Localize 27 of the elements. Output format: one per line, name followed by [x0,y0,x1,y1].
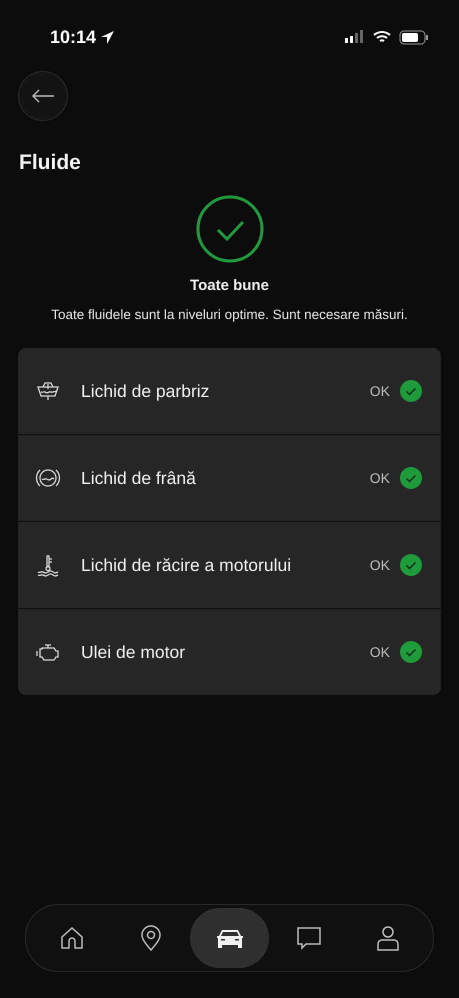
location-arrow-icon [100,30,116,44]
fluid-name: Lichid de răcire a motorului [81,554,292,576]
signal-icon [345,30,365,44]
coolant-icon [35,553,61,577]
battery-icon [399,30,429,44]
fluid-row[interactable]: Lichid de parbriz OK [18,348,441,435]
home-icon [58,925,84,951]
fluid-status: OK [370,470,390,486]
fluid-status: OK [370,644,390,660]
location-pin-icon [138,924,162,952]
summary-title: Toate bune [190,277,269,294]
back-button[interactable] [18,71,68,121]
fluid-row[interactable]: Lichid de frână OK [18,435,441,522]
wifi-icon [373,30,391,44]
fluid-name: Ulei de motor [81,642,186,662]
page-title: Fluide [19,151,82,175]
summary-message: Toate fluidele sunt la niveluri optime. Sunt necesare măsuri. [51,307,408,322]
fluid-name: Lichid de frână [81,468,197,488]
fluid-row[interactable]: Ulei de motor OK [18,609,441,695]
fluid-status: OK [370,557,390,573]
fluid-status: OK [370,383,390,399]
profile-icon [376,924,400,952]
fluid-row[interactable]: Lichid de răcire a motorului OK [18,522,441,609]
status-time: 10:14 [50,26,96,48]
fluid-name: Lichid de parbriz [81,380,210,402]
chat-icon [294,925,322,951]
back-arrow-icon [31,89,55,103]
